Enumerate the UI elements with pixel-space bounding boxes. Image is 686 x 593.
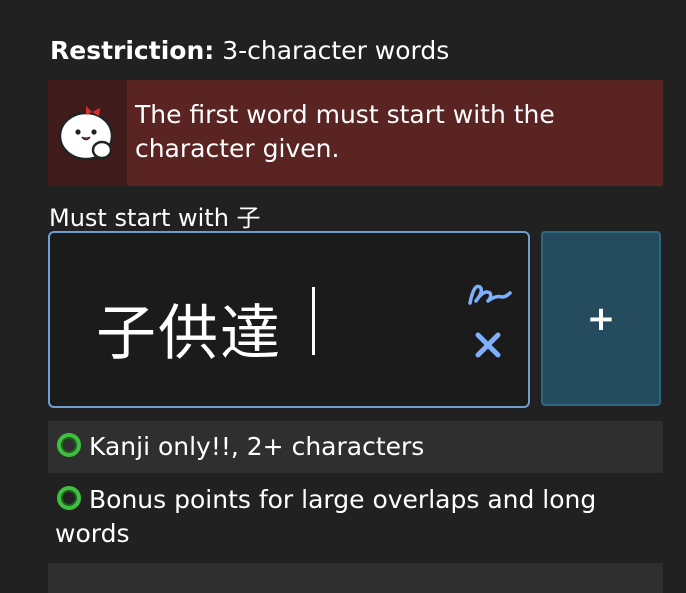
word-input-value: 子供達 (96, 299, 282, 369)
clear-icon[interactable] (474, 331, 502, 363)
restriction-label: Restriction: (50, 36, 215, 65)
restriction-value: 3-character words (222, 36, 450, 65)
check-circle-icon (57, 433, 81, 457)
check-circle-icon (57, 486, 81, 510)
rule-item-partial (48, 563, 663, 593)
rule-item: Bonus points for large overlaps and long… (48, 480, 663, 551)
start-hint: Must start with 子 (49, 204, 261, 232)
rule-text: Kanji only!!, 2+ characters (89, 432, 425, 461)
rule-item: Kanji only!!, 2+ characters (48, 421, 663, 473)
add-word-button[interactable]: + (541, 231, 661, 406)
rule-text: Bonus points for large overlaps and long… (55, 485, 597, 548)
restriction-line: Restriction: 3-character words (50, 36, 449, 65)
notice-banner: The first word must start with the chara… (48, 80, 663, 186)
text-caret (312, 287, 315, 355)
handwrite-icon[interactable] (466, 277, 514, 315)
mascot-icon (48, 80, 127, 186)
word-input[interactable]: 子供達 (48, 231, 530, 408)
notice-message: The first word must start with the chara… (134, 100, 555, 163)
